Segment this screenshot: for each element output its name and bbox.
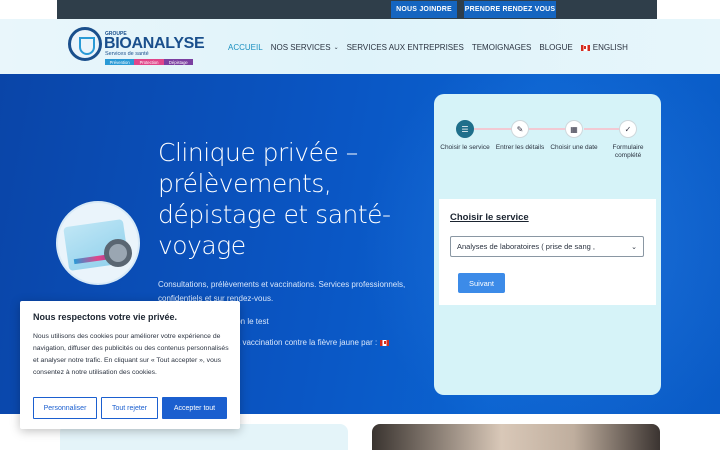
- nav-item-services-entreprises[interactable]: SERVICES AUX ENTREPRISES: [347, 43, 464, 52]
- site-header: GROUPE BIOANALYSE Services de santé Prév…: [0, 19, 720, 74]
- microscope-emblem-icon: [68, 27, 102, 61]
- stethoscope-icon: [104, 239, 132, 267]
- nav-label: BLOGUE: [539, 43, 573, 52]
- logo-tag: Prévention: [105, 59, 135, 65]
- top-bar: NOUS JOINDRE PRENDRE RENDEZ VOUS: [57, 0, 657, 19]
- nav-item-blogue[interactable]: BLOGUE: [539, 43, 572, 52]
- hero-product-image: [56, 201, 140, 285]
- list-icon: ☰: [456, 120, 474, 138]
- customize-cookies-button[interactable]: Personnaliser: [33, 397, 97, 419]
- check-icon: ✓: [619, 120, 637, 138]
- hero-text-yellow-fever: la vaccination contre la fièvre jaune pa…: [234, 338, 392, 347]
- canada-flag-icon: [580, 44, 590, 51]
- accept-all-button[interactable]: Accepter tout: [162, 397, 227, 419]
- contact-us-button[interactable]: NOUS JOINDRE: [391, 1, 457, 18]
- hero-text-yellow-fever-label: la vaccination contre la fièvre jaune pa…: [234, 338, 378, 347]
- nav-item-english[interactable]: ENGLISH: [580, 43, 628, 52]
- step-label: Entrer les détails: [495, 144, 545, 151]
- nav-item-accueil[interactable]: ACCUEIL: [228, 43, 263, 52]
- next-button[interactable]: Suivant: [458, 273, 505, 293]
- booking-widget: ☰ Choisir le service ✎ Entrer les détail…: [434, 94, 661, 395]
- book-appointment-button[interactable]: PRENDRE RENDEZ VOUS: [464, 1, 556, 18]
- logo-tags: Prévention Protection Dépistage: [105, 59, 193, 65]
- hero-title: Clinique privée – prélèvements, dépistag…: [158, 138, 391, 260]
- step-enter-details[interactable]: ✎ Entrer les détails: [493, 120, 547, 152]
- logo-tag: Protection: [134, 59, 164, 65]
- reject-all-button[interactable]: Tout rejeter: [101, 397, 158, 419]
- nav-label: ACCUEIL: [228, 43, 263, 52]
- step-choose-date[interactable]: ▦ Choisir une date: [547, 120, 601, 152]
- service-form: Choisir le service Analyses de laboratoi…: [439, 199, 656, 305]
- form-title: Choisir le service: [450, 212, 529, 223]
- service-select-value: Analyses de laboratoires ( prise de sang…: [457, 242, 595, 251]
- step-label: Choisir le service: [440, 144, 490, 151]
- main-nav: ACCUEIL NOS SERVICES ⌄ SERVICES AUX ENTRE…: [228, 43, 636, 52]
- nav-label: TEMOIGNAGES: [471, 43, 532, 52]
- service-select[interactable]: Analyses de laboratoires ( prise de sang…: [450, 236, 644, 257]
- chevron-down-icon: ⌄: [631, 244, 637, 251]
- cookie-body: Nous utilisons des cookies pour améliore…: [33, 333, 229, 376]
- calendar-icon: ▦: [565, 120, 583, 138]
- photo-card: [372, 424, 660, 450]
- bioanalyse-logo[interactable]: GROUPE BIOANALYSE Services de santé Prév…: [68, 25, 205, 69]
- logo-subtitle: Services de santé: [105, 51, 149, 57]
- step-label: Choisir une date: [550, 144, 598, 151]
- cookie-banner: Nous respectons votre vie privée. Nous u…: [20, 301, 240, 429]
- nav-label: ENGLISH: [592, 43, 628, 52]
- booking-steps: ☰ Choisir le service ✎ Entrer les détail…: [434, 120, 661, 180]
- step-label: Formulaire complété: [612, 144, 644, 159]
- logo-tag: Dépistage: [163, 59, 193, 65]
- cookie-title: Nous respectons votre vie privée.: [33, 312, 178, 322]
- nav-item-temoignages[interactable]: TEMOIGNAGES: [472, 43, 532, 52]
- nav-label: SERVICES AUX ENTREPRISES: [346, 43, 464, 52]
- step-choose-service[interactable]: ☰ Choisir le service: [438, 120, 492, 152]
- nav-item-nos-services[interactable]: NOS SERVICES ⌄: [271, 43, 339, 52]
- clipboard-icon: ✎: [511, 120, 529, 138]
- canada-flag-icon: [380, 339, 390, 346]
- nav-label: NOS SERVICES: [270, 43, 331, 52]
- chevron-down-icon: ⌄: [333, 45, 339, 51]
- step-form-complete[interactable]: ✓ Formulaire complété: [601, 120, 655, 160]
